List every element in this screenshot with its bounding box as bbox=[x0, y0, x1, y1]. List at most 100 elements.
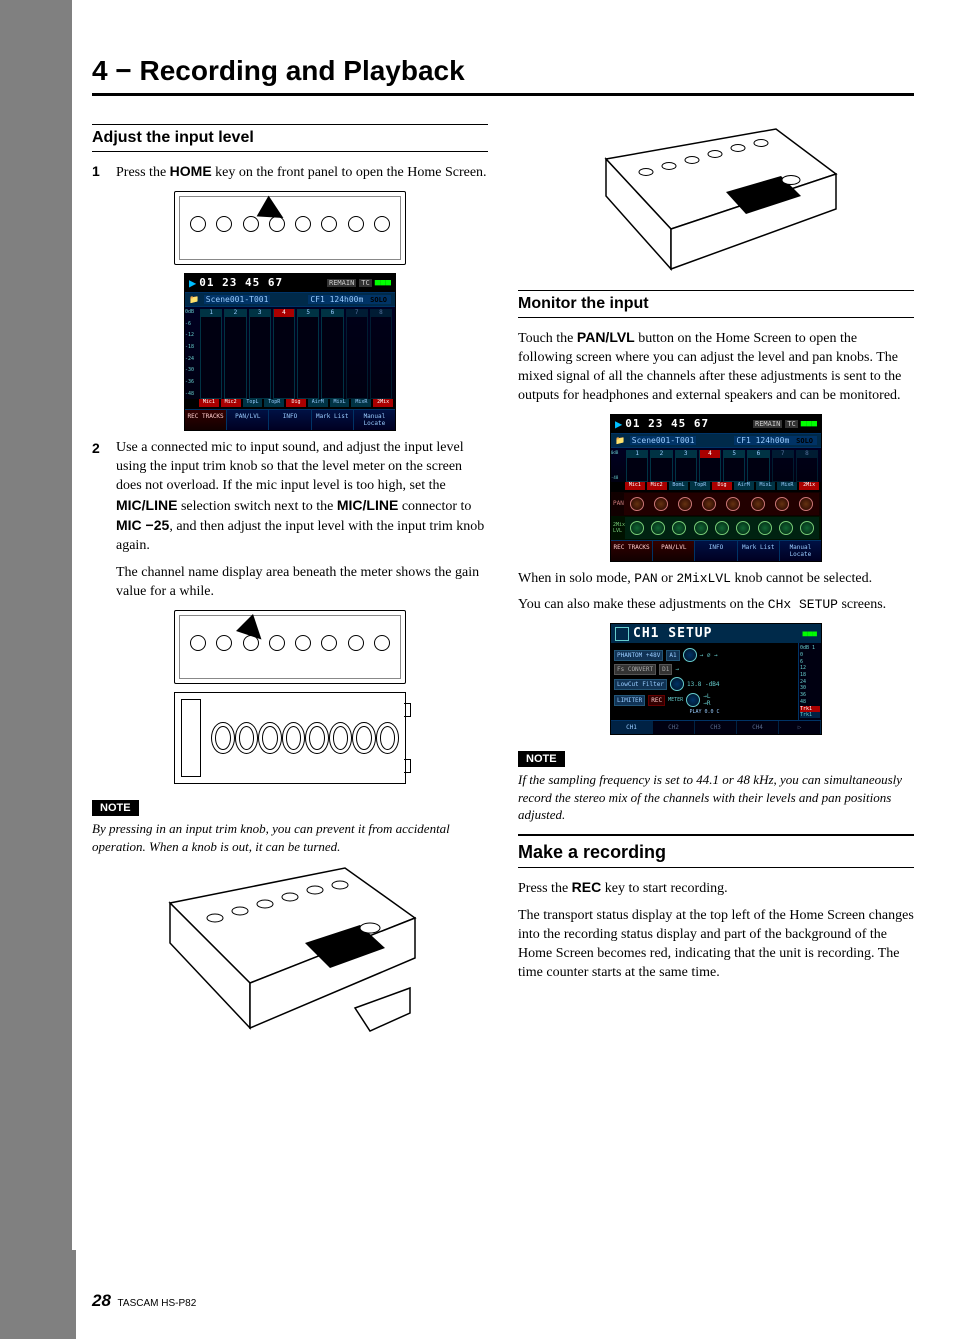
device-image-1 bbox=[92, 191, 488, 265]
ml: -6 bbox=[185, 321, 197, 327]
micline-1: MIC/LINE bbox=[116, 497, 177, 513]
t: 7 bbox=[773, 450, 793, 458]
s2c: connector to bbox=[398, 499, 471, 514]
t: 1 bbox=[627, 450, 647, 458]
fs-tag[interactable]: Fs CONVERT bbox=[614, 664, 656, 675]
ma: Press the bbox=[518, 881, 572, 896]
scene-name: Scene001-T001 bbox=[204, 295, 271, 304]
step-1-a: Press the bbox=[116, 165, 170, 180]
ml: -30 bbox=[185, 367, 197, 373]
time-counter: 01 23 45 67 bbox=[199, 276, 324, 289]
chx-mono: CHx SETUP bbox=[768, 597, 838, 612]
t: 2 bbox=[651, 450, 671, 458]
back-icon[interactable] bbox=[615, 627, 629, 641]
pan-lvl-button[interactable]: PAN/LVL bbox=[653, 541, 695, 561]
ml: -18 bbox=[185, 344, 197, 350]
lowcut-tag[interactable]: LowCut Filter bbox=[614, 679, 667, 690]
step-2-follow: The channel name display area beneath th… bbox=[116, 564, 488, 602]
ml: -36 bbox=[185, 379, 197, 385]
sb: knob cannot be selected. bbox=[731, 571, 872, 586]
section-make-recording: Make a recording bbox=[518, 834, 914, 868]
phantom-tag[interactable]: PHANTOM +48V bbox=[614, 650, 663, 661]
play-label: PLAY bbox=[689, 709, 701, 715]
play-icon: ▶ bbox=[615, 417, 622, 431]
t: 4 bbox=[700, 450, 720, 458]
t: 3 bbox=[676, 450, 696, 458]
remain-chip: REMAIN bbox=[327, 279, 356, 287]
t: 1 bbox=[201, 309, 221, 317]
footer-model: TASCAM HS-P82 bbox=[118, 1298, 197, 1309]
s2b: selection switch next to the bbox=[177, 499, 336, 514]
solo-badge: SOLO bbox=[794, 437, 815, 445]
rec-tracks-button[interactable]: REC TRACKS bbox=[611, 541, 653, 561]
section-monitor-input: Monitor the input bbox=[518, 290, 914, 318]
sa: When in solo mode, bbox=[518, 571, 634, 586]
info-button[interactable]: INFO bbox=[695, 541, 737, 561]
t: 8 bbox=[797, 450, 817, 458]
note-2-text: If the sampling frequency is set to 44.1… bbox=[518, 771, 914, 824]
s2d: , and then adjust the input level with t… bbox=[116, 519, 484, 553]
s2a: Use a connected mic to input sound, and … bbox=[116, 440, 464, 493]
chx-para: You can also make these adjustments on t… bbox=[518, 596, 914, 615]
section-adjust-input: Adjust the input level bbox=[92, 124, 488, 152]
info-button[interactable]: INFO bbox=[269, 410, 311, 430]
time-counter: 01 23 45 67 bbox=[625, 417, 750, 430]
mark-list-button[interactable]: Mark List bbox=[312, 410, 354, 430]
panlvl-label: PAN/LVL bbox=[577, 329, 635, 345]
note-1-text: By pressing in an input trim knob, you c… bbox=[92, 820, 488, 855]
lowcut-knob-icon[interactable] bbox=[670, 677, 684, 691]
manual-locate-button[interactable]: Manual Locate bbox=[780, 541, 821, 561]
mark-list-button[interactable]: Mark List bbox=[738, 541, 780, 561]
page-sidebar bbox=[0, 0, 72, 1339]
ml: -12 bbox=[185, 332, 197, 338]
mic25: MIC −25 bbox=[116, 517, 169, 533]
tc-chip: TC bbox=[359, 279, 371, 287]
t: 7 bbox=[347, 309, 367, 317]
d1-tag[interactable]: D1 bbox=[659, 664, 672, 675]
step-1-text: Press the HOME key on the front panel to… bbox=[116, 162, 488, 183]
perspective-device-image bbox=[155, 863, 425, 1038]
knob-panel-image bbox=[92, 692, 488, 784]
step-2: 2 Use a connected mic to input sound, an… bbox=[92, 439, 488, 556]
ch-setup-image: CH1 SETUP■■■ PHANTOM +48VA1→ ∅ → Fs CONV… bbox=[518, 623, 914, 735]
step-2-number: 2 bbox=[92, 439, 106, 556]
ch3-tab[interactable]: CH3 bbox=[695, 721, 737, 734]
ch1-tab[interactable]: CH1 bbox=[611, 721, 653, 734]
home-key-label: HOME bbox=[170, 163, 212, 179]
pan-lvl-button[interactable]: PAN/LVL bbox=[227, 410, 269, 430]
section-monitor-title: Monitor the input bbox=[518, 295, 914, 318]
chapter-rule bbox=[92, 93, 914, 96]
section-make-title: Make a recording bbox=[518, 842, 914, 863]
mon-a: Touch the bbox=[518, 331, 577, 346]
a1-tag[interactable]: A1 bbox=[666, 650, 679, 661]
cf1-label: CF1 124h00m bbox=[310, 295, 363, 304]
micline-2: MIC/LINE bbox=[337, 497, 398, 513]
step-1: 1 Press the HOME key on the front panel … bbox=[92, 162, 488, 183]
mb: key to start recording. bbox=[601, 881, 727, 896]
t: 6 bbox=[748, 450, 768, 458]
rec-tag[interactable]: REC bbox=[648, 695, 665, 706]
meter-label: METER bbox=[668, 697, 683, 703]
so: or bbox=[658, 571, 677, 586]
panlvl-screen-image: ▶ 01 23 45 67 REMAIN TC ■■■ 📁 Scene001-T… bbox=[518, 414, 914, 562]
input-knob-icon[interactable] bbox=[683, 648, 697, 662]
manual-locate-button[interactable]: Manual Locate bbox=[354, 410, 395, 430]
home-screen-image: ▶ 01 23 45 67 REMAIN TC ■■■ 📁 Scene001-T… bbox=[92, 273, 488, 431]
next-tab[interactable]: ▷ bbox=[779, 721, 821, 734]
note-tag-1: NOTE bbox=[92, 800, 139, 816]
rec-tracks-button[interactable]: REC TRACKS bbox=[185, 410, 227, 430]
ch4-tab[interactable]: CH4 bbox=[737, 721, 779, 734]
ca: You can also make these adjustments on t… bbox=[518, 597, 768, 612]
t: 8 bbox=[371, 309, 391, 317]
note-tag-2: NOTE bbox=[518, 751, 565, 767]
play-icon: ▶ bbox=[189, 276, 196, 290]
scene-name: Scene001-T001 bbox=[630, 436, 697, 445]
t: 2 bbox=[225, 309, 245, 317]
lvl-knob-icon[interactable] bbox=[686, 693, 700, 707]
solo-badge: SOLO bbox=[368, 296, 389, 304]
step-1-number: 1 bbox=[92, 162, 106, 183]
section-adjust-title: Adjust the input level bbox=[92, 129, 488, 152]
limiter-tag[interactable]: LIMITER bbox=[614, 695, 645, 706]
ch2-tab[interactable]: CH2 bbox=[653, 721, 695, 734]
t: 5 bbox=[724, 450, 744, 458]
